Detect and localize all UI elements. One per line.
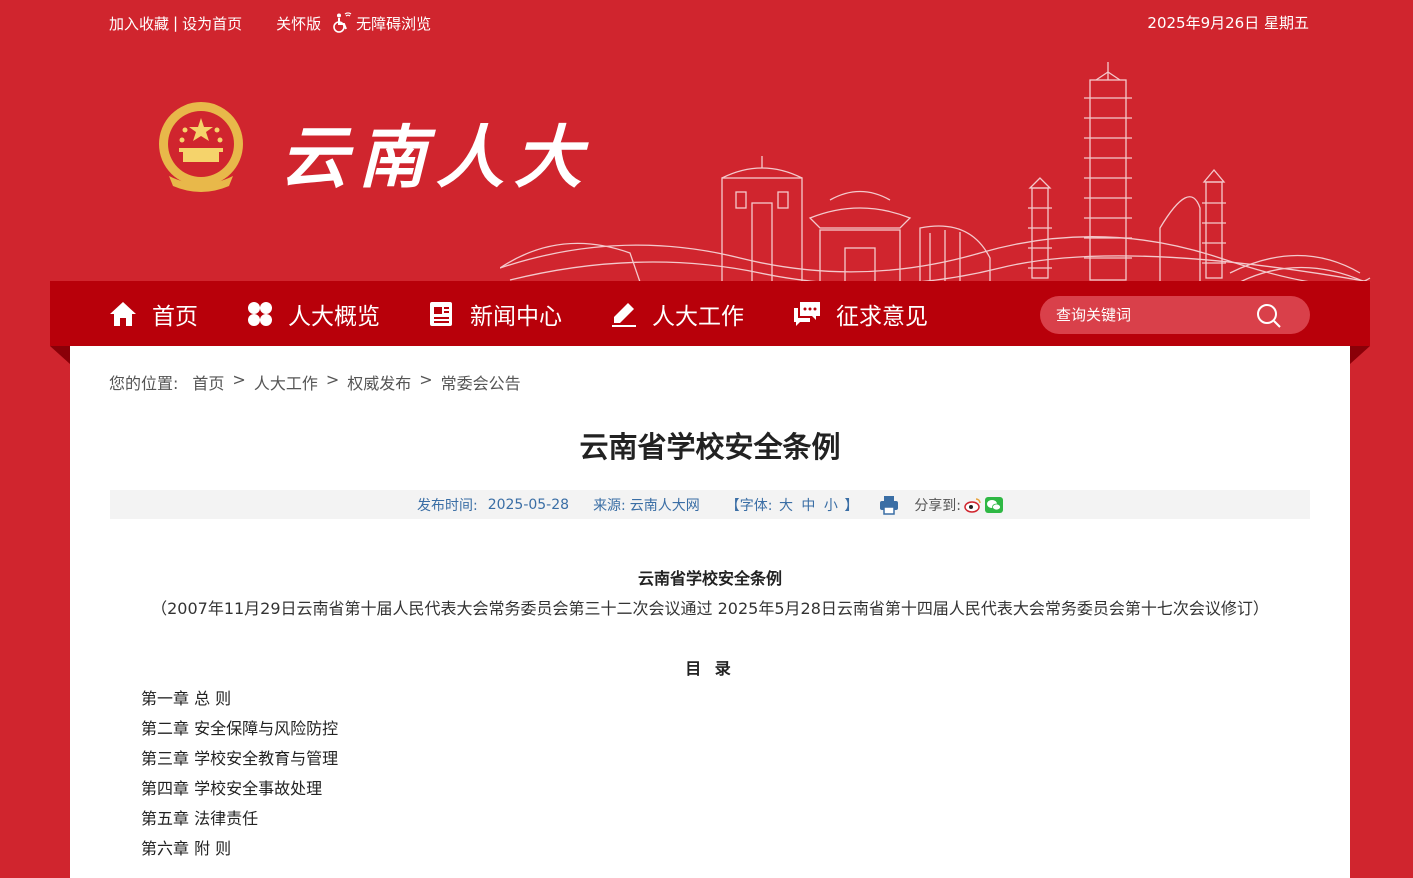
search-box bbox=[1040, 296, 1310, 334]
news-icon bbox=[430, 301, 452, 326]
toc-item: 第六章 附 则 bbox=[141, 839, 232, 858]
font-large-button[interactable]: 大 bbox=[779, 498, 793, 514]
top-bar-links: 加入收藏 | 设为首页 关怀版 无障碍浏览 bbox=[109, 12, 431, 34]
nav-item-feedback[interactable]: 征求意见 bbox=[792, 297, 928, 331]
chat-icon bbox=[794, 301, 820, 326]
grid-icon bbox=[248, 301, 272, 326]
share-group: 分享到: bbox=[914, 495, 1004, 515]
nav-items: 首页 人大概览 新闻中心 人大工作 征求意见 bbox=[108, 281, 976, 346]
toc-item: 第二章 安全保障与风险防控 bbox=[141, 719, 339, 738]
font-medium-button[interactable]: 中 bbox=[801, 498, 815, 514]
toc-item: 第一章 总 则 bbox=[141, 689, 232, 708]
accessibility-label: 无障碍浏览 bbox=[356, 14, 432, 33]
breadcrumb-arrow: > bbox=[419, 370, 433, 389]
publish-label: 发布时间: bbox=[416, 497, 478, 514]
weibo-icon[interactable] bbox=[964, 497, 982, 513]
top-bar-separator: | bbox=[173, 14, 179, 32]
font-size-close: 】 bbox=[844, 497, 859, 514]
city-skyline-illustration bbox=[500, 62, 1371, 282]
breadcrumb-announcements[interactable]: 常委会公告 bbox=[441, 370, 521, 394]
nav-fold-left bbox=[50, 346, 70, 364]
breadcrumb-label: 您的位置: bbox=[109, 374, 179, 393]
article-title: 云南省学校安全条例 bbox=[579, 430, 841, 464]
nav-item-label: 人大工作 bbox=[652, 303, 744, 330]
toc-item: 第四章 学校安全事故处理 bbox=[141, 779, 323, 798]
breadcrumb-home[interactable]: 首页 bbox=[192, 370, 224, 394]
article-panel: 您的位置: 首页 > 人大工作 > 权威发布 > 常委会公告 云南省学校安全条例… bbox=[70, 346, 1350, 878]
pencil-icon bbox=[612, 302, 636, 327]
breadcrumb-releases[interactable]: 权威发布 bbox=[347, 370, 411, 394]
nav-item-overview[interactable]: 人大概览 bbox=[246, 297, 380, 331]
home-icon bbox=[110, 301, 136, 326]
table-of-contents: 第一章 总 则 第二章 安全保障与风险防控 第三章 学校安全教育与管理 第四章 … bbox=[141, 684, 338, 864]
accessibility-icon bbox=[333, 12, 352, 33]
breadcrumb: 您的位置: 首页 > 人大工作 > 权威发布 > 常委会公告 bbox=[109, 370, 521, 394]
header-banner: 云南人大 bbox=[0, 44, 1413, 282]
toc-title: 目 录 bbox=[685, 659, 735, 678]
national-emblem-icon bbox=[159, 102, 243, 192]
search-input[interactable] bbox=[1054, 305, 1258, 325]
current-date: 2025年9月26日 星期五 bbox=[1147, 14, 1309, 32]
nav-item-news[interactable]: 新闻中心 bbox=[428, 297, 562, 331]
nav-item-label: 首页 bbox=[152, 303, 198, 330]
breadcrumb-work[interactable]: 人大工作 bbox=[254, 370, 318, 394]
main-nav: 首页 人大概览 新闻中心 人大工作 征求意见 查询关键词 bbox=[50, 281, 1370, 346]
document-title: 云南省学校安全条例 bbox=[637, 569, 782, 588]
nav-item-label: 人大概览 bbox=[288, 303, 380, 330]
nav-item-label: 征求意见 bbox=[836, 303, 928, 330]
accessibility-link[interactable]: 无障碍浏览 bbox=[331, 12, 431, 34]
font-size-control: 【字体: 大 中 小 】 bbox=[726, 495, 859, 515]
nav-item-work[interactable]: 人大工作 bbox=[610, 297, 744, 331]
nav-item-label: 新闻中心 bbox=[470, 303, 562, 330]
source-value: 云南人大网 bbox=[629, 497, 700, 514]
set-homepage-link[interactable]: 设为首页 bbox=[182, 13, 242, 34]
bookmark-link[interactable]: 加入收藏 bbox=[109, 13, 169, 34]
nav-item-home[interactable]: 首页 bbox=[108, 297, 198, 331]
source-label: 来源: bbox=[593, 497, 626, 514]
document-subtitle: （2007年11月29日云南省第十届人民代表大会常务委员会第三十二次会议通过 2… bbox=[151, 599, 1269, 618]
breadcrumb-arrow: > bbox=[232, 370, 246, 389]
article-meta-bar: 发布时间: 2025-05-28 来源: 云南人大网 【字体: 大 中 小 】 … bbox=[110, 490, 1310, 519]
wechat-icon[interactable] bbox=[985, 496, 1004, 513]
print-icon[interactable] bbox=[878, 494, 900, 516]
publish-date: 2025-05-28 bbox=[487, 496, 570, 513]
care-mode-link[interactable]: 关怀版 bbox=[276, 13, 321, 34]
toc-item: 第五章 法律责任 bbox=[141, 809, 259, 828]
font-size-open: 【字体: bbox=[725, 497, 773, 514]
top-bar: 加入收藏 | 设为首页 关怀版 无障碍浏览 2025年9月26日 星期五 bbox=[0, 0, 1413, 44]
share-label: 分享到: bbox=[914, 497, 962, 514]
font-small-button[interactable]: 小 bbox=[824, 498, 838, 514]
toc-item: 第三章 学校安全教育与管理 bbox=[141, 749, 339, 768]
breadcrumb-arrow: > bbox=[325, 370, 340, 389]
search-icon[interactable] bbox=[1256, 303, 1282, 329]
nav-fold-right bbox=[1350, 346, 1370, 364]
